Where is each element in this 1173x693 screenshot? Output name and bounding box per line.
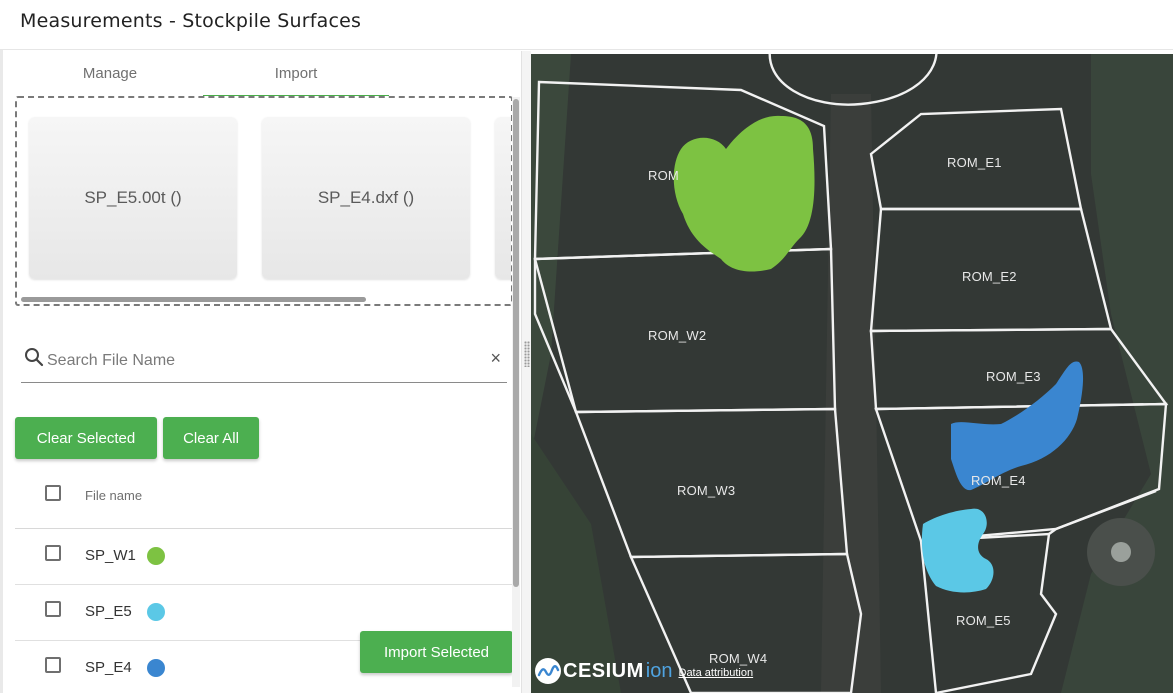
map-canvas[interactable] (531, 54, 1173, 693)
zone-label: ROM_E5 (956, 613, 1011, 628)
table-row[interactable]: SP_W1 (15, 529, 515, 585)
zone-label: ROM_W2 (648, 328, 707, 343)
vertical-scrollbar[interactable] (512, 97, 520, 687)
zone-label: ROM_E3 (986, 369, 1041, 384)
table-header: File name (15, 471, 515, 529)
row-checkbox[interactable] (45, 601, 61, 617)
file-panel: Manage Import SP_E5.00t () SP_E4.dxf () … (3, 51, 521, 693)
cesium-ion-brand: ion (645, 659, 673, 682)
file-name: SP_W1 (85, 547, 136, 564)
page-title: Measurements - Stockpile Surfaces (20, 10, 362, 32)
map-credit: CESIUM ion Data attribution (535, 656, 753, 686)
zone-label: ROM_E1 (947, 155, 1002, 170)
file-name: SP_E5 (85, 603, 132, 620)
file-drop-zone[interactable]: SP_E5.00t () SP_E4.dxf () (15, 96, 513, 306)
row-checkbox[interactable] (45, 545, 61, 561)
search-input[interactable] (47, 347, 467, 375)
file-name: SP_E4 (85, 659, 132, 676)
zone-label: ROM_E4 (971, 473, 1026, 488)
horizontal-scrollbar[interactable] (21, 297, 366, 302)
page-header: Measurements - Stockpile Surfaces (0, 0, 1173, 50)
select-all-checkbox[interactable] (45, 485, 61, 501)
app-root: Measurements - Stockpile Surfaces Manage… (0, 0, 1173, 693)
clear-selected-button[interactable]: Clear Selected (15, 417, 157, 459)
search-bar: × (21, 341, 507, 383)
cesium-logo-icon (535, 658, 561, 684)
surface-color-dot (147, 659, 165, 677)
tab-bar: Manage Import (17, 59, 389, 97)
zone-label: ROM_E2 (962, 269, 1017, 284)
import-selected-button[interactable]: Import Selected (360, 631, 513, 673)
surface-color-dot (147, 603, 165, 621)
zone-label: ROM (648, 168, 679, 183)
map-viewer[interactable]: ROM ROM_E1 ROM_E2 ROM_W2 ROM_E3 ROM_E4 R… (531, 54, 1173, 693)
file-name-column-header: File name (85, 488, 143, 503)
row-checkbox[interactable] (45, 657, 61, 673)
cesium-brand: CESIUM (563, 659, 644, 682)
data-attribution-link[interactable]: Data attribution (679, 667, 754, 679)
search-icon (25, 348, 44, 367)
tab-import[interactable]: Import (203, 59, 389, 97)
file-card[interactable]: SP_E4.dxf () (262, 117, 470, 279)
file-card-partial[interactable] (495, 117, 511, 279)
file-card[interactable]: SP_E5.00t () (29, 117, 237, 279)
clear-all-button[interactable]: Clear All (163, 417, 259, 459)
zone-label: ROM_W3 (677, 483, 736, 498)
clear-search-icon[interactable]: × (490, 348, 501, 369)
surface-color-dot (147, 547, 165, 565)
drag-handle-icon[interactable] (524, 341, 530, 367)
tab-manage[interactable]: Manage (17, 59, 203, 97)
scrollbar-thumb[interactable] (513, 99, 519, 587)
panel-splitter[interactable] (521, 51, 531, 693)
